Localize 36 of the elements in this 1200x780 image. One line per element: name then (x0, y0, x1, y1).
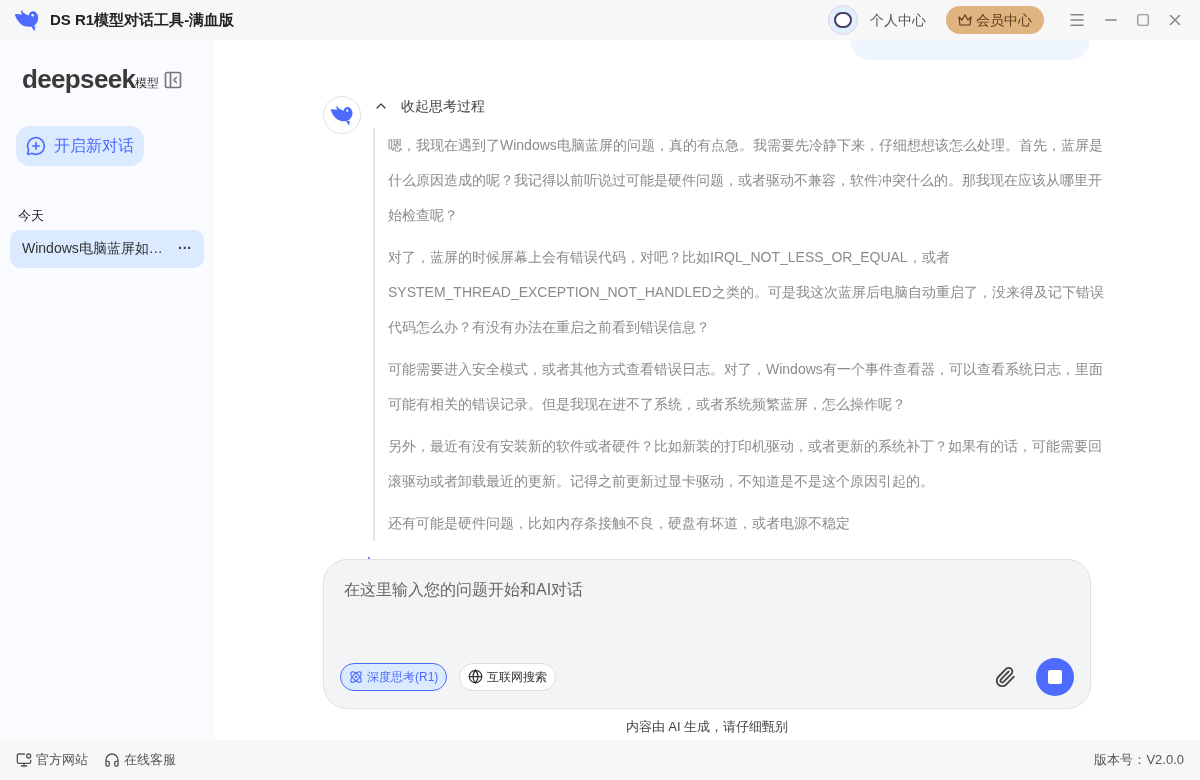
thinking-paragraph: 可能需要进入安全模式，或者其他方式查看错误日志。对了，Windows有一个事件查看器，可以查看系统日志，里面可能有相关的错误记录。但是我现在进不了系统，或者系统频繁蓝屏，怎么操作呢？ (388, 360, 1104, 414)
stop-button[interactable] (1036, 657, 1074, 696)
new-chat-icon (26, 136, 46, 156)
thinking-paragraph: 对了，蓝屏的时候屏幕上会有错误代码，对吧？比如IRQL_NOT_LESS_OR_EQUAL，或者SYSTEM_THREAD_EXCEPTION_NOT_HANDLED之类的。可是我这次蓝屏后电脑自动重启了，没来得及记下错误代码怎么办？有没有办法在重启之前看到错误信息？ (388, 248, 1105, 337)
headset-icon (104, 752, 120, 768)
attach-icon[interactable] (994, 665, 1016, 688)
window-title: DS R1模型对话工具-满血版 (50, 9, 235, 30)
menu-icon[interactable] (1068, 11, 1086, 29)
more-button[interactable]: ··· (178, 238, 192, 259)
thinking-paragraph: 另外，最近有没有安装新的软件或者硬件？比如新装的打印机驱动，或者更新的系统补丁？如果有的话，可能需要回滚驱动或者卸载最近的更新。记得之前更新过显卡驱动，不知道是不是这个原因引起的。 (388, 437, 1103, 491)
chat-history-item[interactable]: Windows电脑蓝屏如… ··· (10, 229, 204, 268)
avatar-icon[interactable] (828, 5, 858, 35)
footer-link[interactable]: 在线客服 (104, 750, 176, 770)
brand-suffix: 模型 (135, 76, 160, 90)
vip-button[interactable]: 会员中心 (946, 6, 1044, 34)
mode-toggle-button[interactable]: 互联网搜索 (459, 662, 557, 691)
collapse-icon[interactable] (163, 70, 184, 90)
collapse-thinking-toggle[interactable]: 收起思考过程 (373, 94, 485, 118)
version-label: 版本号：V2.0.0 (1094, 751, 1184, 770)
globe-icon (468, 669, 484, 684)
message-input[interactable]: 在这里输入您的问题开始和AI对话 (340, 577, 1074, 602)
profile-button[interactable]: 个人中心 (870, 9, 926, 31)
maximize-icon[interactable] (1136, 13, 1150, 27)
disclaimer-text: 内容由 AI 生成，请仔细甄别 (625, 717, 789, 736)
chat-title: Windows电脑蓝屏如… (22, 239, 163, 258)
thinking-paragraph: 还有可能是硬件问题，比如内存条接触不良，硬盘有坏道，或者电源不稳定 (388, 514, 851, 533)
mode-toggle-button[interactable]: 深度思考(R1) (340, 662, 448, 691)
stop-icon (1048, 669, 1062, 684)
new-chat-button[interactable]: 开启新对话 (16, 126, 144, 166)
thinking-paragraph: 嗯，我现在遇到了Windows电脑蓝屏的问题，真的有点急。我需要先冷静下来，仔细想想该怎么处理。首先，蓝屏是什么原因造成的呢？我记得以前听说过可能是硬件问题，或者驱动不兼容，软件冲突什么的。那我现在应该从哪里开始检查呢？ (388, 136, 1104, 225)
atom-icon (349, 669, 363, 684)
brand-logo: deepseek (22, 66, 136, 92)
section-label: 今天 (18, 207, 45, 225)
crown-icon (958, 14, 972, 26)
monitor-icon (16, 752, 32, 768)
footer-link[interactable]: 官方网站 (16, 750, 88, 770)
